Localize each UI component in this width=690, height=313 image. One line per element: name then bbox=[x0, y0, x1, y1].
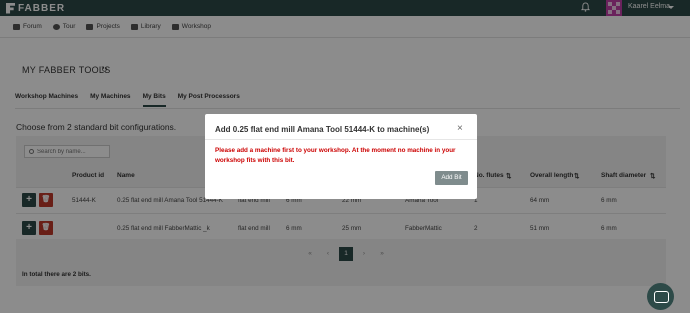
add-bit-submit-button[interactable]: Add Bit bbox=[435, 171, 468, 185]
modal-error-message: Please add a machine first to your works… bbox=[215, 147, 456, 164]
close-icon[interactable]: × bbox=[457, 123, 463, 134]
chat-icon[interactable] bbox=[647, 283, 674, 310]
modal-title: Add 0.25 flat end mill Amana Tool 51444-… bbox=[215, 125, 430, 134]
modal-divider bbox=[205, 139, 477, 140]
add-bit-modal: Add 0.25 flat end mill Amana Tool 51444-… bbox=[205, 114, 477, 199]
